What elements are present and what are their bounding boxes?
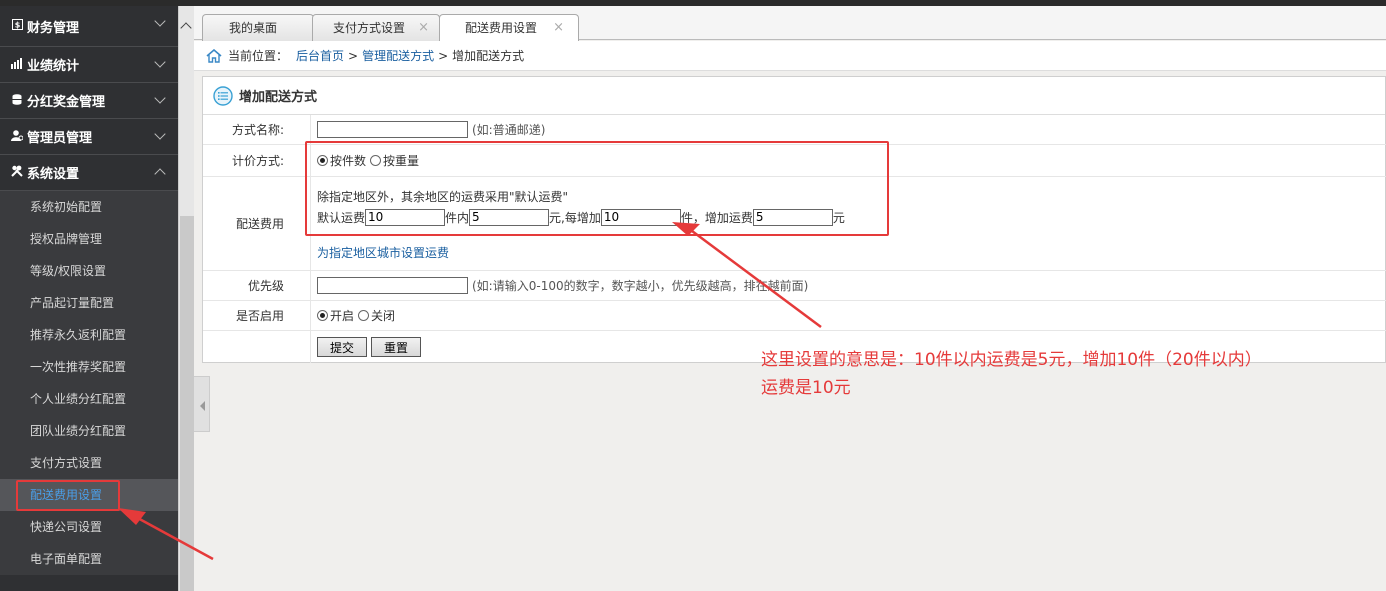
tab-desktop[interactable]: 我的桌面	[202, 14, 314, 41]
main-area: 我的桌面 支付方式设置 × 配送费用设置 × 当前位置： 后台首页 > 管理配送…	[194, 6, 1386, 591]
sidebar-item-waybill[interactable]: 电子面单配置	[0, 543, 178, 575]
radio-enabled-off-label: 关闭	[371, 309, 396, 323]
annotation-line-2: 运费是10元	[761, 378, 851, 398]
tab-desktop-label: 我的桌面	[229, 21, 278, 35]
row-enabled: 是否启用 开启 关闭	[203, 301, 1386, 331]
scroll-up-icon[interactable]	[180, 22, 192, 34]
sidebar-item-courier[interactable]: 快递公司设置	[0, 511, 178, 543]
sidebar-item-shipping-fee[interactable]: 配送费用设置	[0, 479, 178, 511]
user-admin-icon	[10, 129, 24, 144]
close-icon[interactable]: ×	[418, 15, 429, 41]
name-input[interactable]	[317, 121, 468, 138]
finance-icon: $	[10, 19, 24, 33]
scroll-thumb[interactable]	[180, 216, 194, 591]
menu-bonus-label: 分红奖金管理	[27, 95, 106, 110]
radio-enabled-off[interactable]	[358, 310, 370, 321]
highlight-box	[16, 480, 120, 511]
sidebar-item-level-permission[interactable]: 等级/权限设置	[0, 255, 178, 287]
breadcrumb-home-link[interactable]: 后台首页	[296, 47, 344, 64]
sidebar-item-min-order[interactable]: 产品起订量配置	[0, 287, 178, 319]
chevron-down-icon	[154, 128, 166, 140]
menu-performance-label: 业绩统计	[27, 59, 80, 74]
sidebar-item-payment[interactable]: 支付方式设置	[0, 447, 178, 479]
enabled-label: 是否启用	[203, 301, 311, 330]
priority-hint: (如:请输入0-100的数字，数字越小，优先级越高，排在越前面)	[472, 279, 809, 293]
arrow-left-icon	[200, 401, 205, 411]
menu-performance[interactable]: 业绩统计	[0, 47, 178, 83]
sidebar-scrollbar[interactable]	[178, 6, 194, 591]
sidebar: $ 财务管理 业绩统计 分红奖金管理 管理员管理 系统设置 系统初始配置 授权品…	[0, 6, 178, 591]
breadcrumb-separator: >	[438, 48, 449, 63]
bar-chart-icon	[10, 57, 24, 72]
region-fee-link[interactable]: 为指定地区城市设置运费	[317, 246, 449, 260]
menu-finance[interactable]: $ 财务管理	[0, 6, 178, 47]
actions-label-cell	[203, 331, 311, 363]
name-label: 方式名称:	[203, 115, 311, 144]
annotation-note: 这里设置的意思是：10件以内运费是5元，增加10件（20件以内） 运费是10元	[761, 346, 1381, 402]
fee-label: 配送费用	[203, 177, 311, 270]
radio-enabled-on[interactable]	[317, 310, 328, 321]
menu-admin-label: 管理员管理	[27, 131, 93, 146]
system-submenu: 系统初始配置 授权品牌管理 等级/权限设置 产品起订量配置 推荐永久返利配置 一…	[0, 191, 178, 575]
menu-system-label: 系统设置	[27, 167, 80, 182]
database-icon	[10, 93, 24, 108]
sidebar-item-brand-auth[interactable]: 授权品牌管理	[0, 223, 178, 255]
sidebar-item-one-time-reward[interactable]: 一次性推荐奖配置	[0, 351, 178, 383]
priority-label: 优先级	[203, 271, 311, 300]
tab-payment-label: 支付方式设置	[333, 21, 406, 35]
tools-icon	[10, 165, 24, 180]
menu-bonus[interactable]: 分红奖金管理	[0, 83, 178, 119]
sidebar-item-system-init[interactable]: 系统初始配置	[0, 191, 178, 223]
list-icon	[213, 85, 233, 106]
priority-input[interactable]	[317, 277, 468, 294]
svg-text:$: $	[14, 21, 20, 30]
tab-shipping-fee-label: 配送费用设置	[465, 21, 538, 35]
menu-admin[interactable]: 管理员管理	[0, 119, 178, 155]
pricing-label: 计价方式:	[203, 145, 311, 176]
breadcrumb: 当前位置： 后台首页 > 管理配送方式 > 增加配送方式	[194, 41, 1386, 71]
sidebar-item-team-dividend[interactable]: 团队业绩分红配置	[0, 415, 178, 447]
name-hint: (如:普通邮递)	[472, 123, 546, 137]
breadcrumb-parent-link[interactable]: 管理配送方式	[362, 47, 434, 64]
close-icon[interactable]: ×	[553, 15, 564, 41]
chevron-down-icon	[154, 92, 166, 104]
tab-payment[interactable]: 支付方式设置 ×	[312, 14, 440, 41]
panel-title: 增加配送方式	[203, 77, 1385, 115]
sidebar-item-personal-dividend[interactable]: 个人业绩分红配置	[0, 383, 178, 415]
menu-finance-label: 财务管理	[27, 20, 80, 36]
breadcrumb-prefix: 当前位置：	[228, 49, 289, 63]
breadcrumb-current: 增加配送方式	[452, 49, 525, 63]
menu-system[interactable]: 系统设置	[0, 155, 178, 191]
radio-enabled-on-label: 开启	[330, 309, 355, 323]
chevron-up-icon	[154, 168, 166, 180]
annotation-line-1: 这里设置的意思是：10件以内运费是5元，增加10件（20件以内）	[761, 350, 1262, 370]
sidebar-item-referral-rebate[interactable]: 推荐永久返利配置	[0, 319, 178, 351]
tab-shipping-fee[interactable]: 配送费用设置 ×	[439, 14, 579, 42]
reset-button[interactable]: 重置	[371, 337, 422, 357]
row-priority: 优先级 (如:请输入0-100的数字，数字越小，优先级越高，排在越前面)	[203, 271, 1386, 301]
chevron-down-icon	[154, 56, 166, 68]
tab-bar: 我的桌面 支付方式设置 × 配送费用设置 ×	[194, 6, 1386, 42]
annotation-highlight-box	[305, 141, 889, 236]
chevron-down-icon	[154, 15, 166, 27]
submit-button[interactable]: 提交	[317, 337, 368, 357]
home-icon	[206, 48, 222, 63]
collapse-sidebar-handle[interactable]	[194, 376, 210, 432]
breadcrumb-separator: >	[348, 48, 359, 63]
panel-title-text: 增加配送方式	[239, 90, 318, 105]
